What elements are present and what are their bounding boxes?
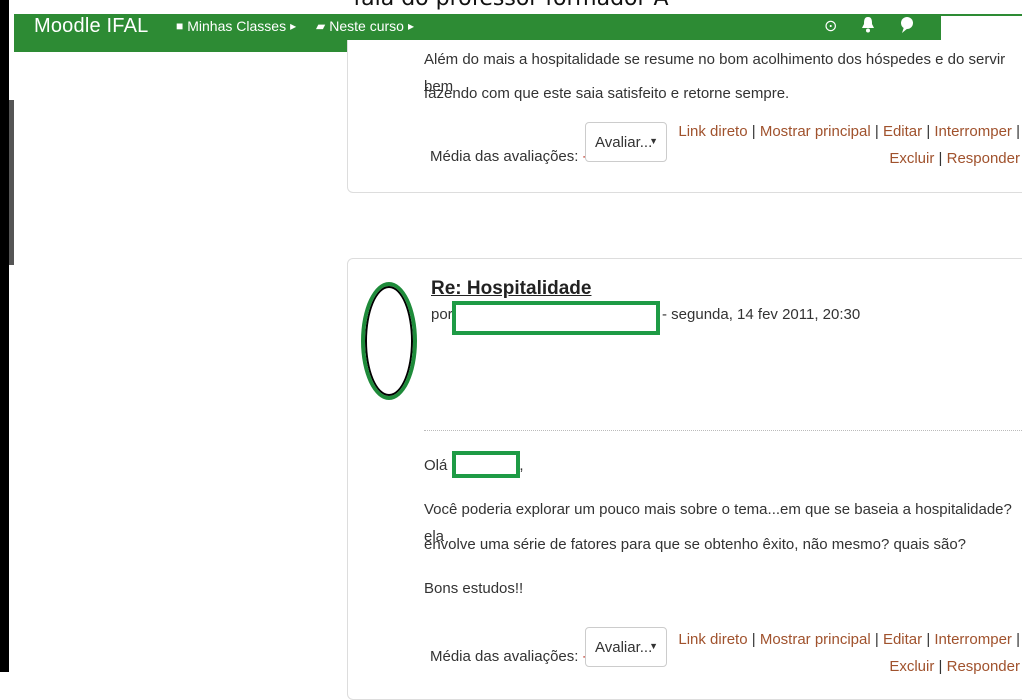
dropdown-arrow-icon: ▼ (649, 641, 658, 651)
show-parent-link[interactable]: Mostrar principal (760, 631, 871, 648)
separator: | (926, 123, 931, 140)
sidebar-toggle-edge (9, 100, 14, 265)
caret-right-icon: ▸ (290, 19, 297, 33)
rate-select-value: Avaliar... (595, 638, 653, 656)
separator: | (874, 631, 879, 648)
split-link[interactable]: Interromper (934, 631, 1012, 648)
separator: | (1016, 123, 1020, 140)
rating-label: Média das avaliações: (430, 148, 579, 165)
rate-select[interactable]: Avaliar... ▼ (585, 122, 667, 162)
author-avatar[interactable] (361, 282, 417, 400)
this-course-label: Neste curso (329, 18, 404, 34)
delete-link[interactable]: Excluir (889, 658, 934, 675)
post-subject: Re: Hospitalidade (431, 278, 592, 299)
rate-select-value: Avaliar... (595, 133, 653, 151)
post-byline: por (431, 306, 453, 323)
this-course-menu[interactable]: ▰ Neste curso ▸ (316, 18, 414, 34)
my-classes-label: Minhas Classes (187, 18, 287, 34)
show-parent-link[interactable]: Mostrar principal (760, 123, 871, 140)
delete-link[interactable]: Excluir (889, 150, 934, 167)
window-left-edge (0, 0, 9, 672)
reply-link[interactable]: Responder (947, 658, 1020, 675)
my-classes-menu[interactable]: ■ Minhas Classes ▸ (176, 18, 296, 34)
separator: | (926, 631, 931, 648)
separator: | (751, 123, 756, 140)
greeting-text: Olá (424, 457, 448, 474)
redacted-recipient-name (452, 451, 520, 478)
book-icon: ▰ (316, 19, 326, 33)
settings-toggle-icon[interactable]: ⊙ (824, 16, 837, 36)
edit-link[interactable]: Editar (883, 631, 922, 648)
separator: | (938, 150, 943, 167)
post-date: - segunda, 14 fev 2011, 20:30 (662, 306, 861, 323)
image-caption: fala do professor formador A (0, 0, 1022, 11)
separator: | (874, 123, 879, 140)
post-header-divider (424, 430, 1022, 431)
post-commands: Link direto | Mostrar principal | Editar… (678, 118, 1020, 172)
rating-label: Média das avaliações: (430, 648, 579, 665)
rating-average: Média das avaliações: - (430, 148, 588, 165)
post-closing: Bons estudos!! (424, 580, 524, 597)
by-prefix: por (431, 306, 453, 323)
redacted-author-name (452, 301, 660, 335)
reply-link[interactable]: Responder (947, 150, 1020, 167)
site-brand[interactable]: Moodle IFAL (34, 15, 149, 38)
separator: | (751, 631, 756, 648)
notifications-bell-icon[interactable] (861, 16, 875, 39)
split-link[interactable]: Interromper (934, 123, 1012, 140)
rate-select[interactable]: Avaliar... ▼ (585, 627, 667, 667)
messages-bubble-icon[interactable] (899, 16, 915, 39)
permalink-link[interactable]: Link direto (678, 631, 747, 648)
post-body-line: fazendo com que este saia satisfeito e r… (424, 85, 790, 102)
separator: | (1016, 631, 1020, 648)
edit-link[interactable]: Editar (883, 123, 922, 140)
separator: | (938, 658, 943, 675)
rating-average: Média das avaliações: - (430, 648, 588, 665)
permalink-link[interactable]: Link direto (678, 123, 747, 140)
post-body-line: envolve uma série de fatores para que se… (424, 536, 967, 553)
briefcase-icon: ■ (176, 19, 184, 33)
dropdown-arrow-icon: ▼ (649, 136, 658, 146)
caret-right-icon: ▸ (407, 19, 414, 33)
